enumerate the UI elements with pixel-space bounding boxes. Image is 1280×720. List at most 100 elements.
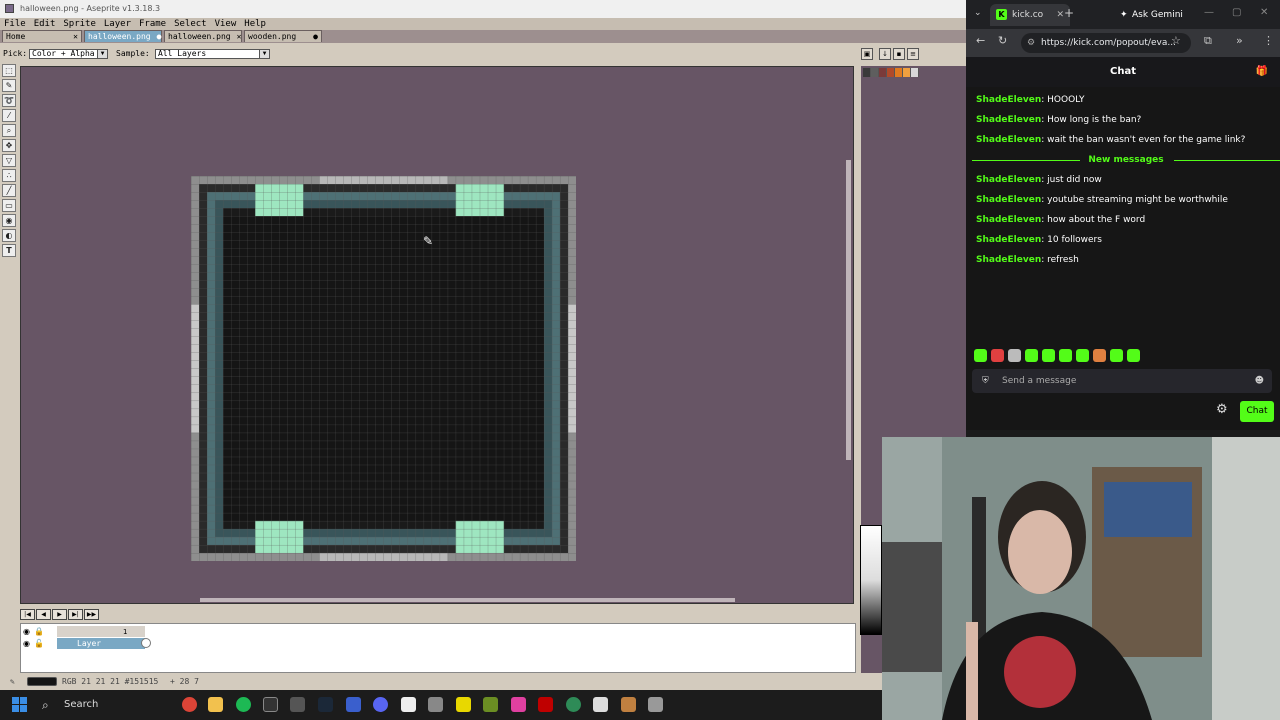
new-messages-divider[interactable]: New messages (972, 153, 1280, 173)
vertical-scrollbar[interactable] (846, 160, 851, 460)
close-icon[interactable]: ✕ (237, 31, 242, 43)
palette-swatch[interactable] (903, 68, 911, 77)
last-frame-icon[interactable]: ▶▶ (84, 609, 99, 620)
menu-edit[interactable]: Edit (34, 18, 56, 30)
chevron-down-icon[interactable]: ▼ (97, 49, 108, 59)
site-info-icon[interactable]: ⚙ (1027, 33, 1035, 53)
palette-swatch[interactable] (879, 68, 887, 77)
layer-name[interactable]: Layer (57, 638, 145, 649)
maximize-icon[interactable]: ▢ (1232, 7, 1241, 18)
url-field[interactable]: ⚙ https://kick.com/popout/eva... (1021, 33, 1191, 53)
color-bar[interactable] (860, 525, 882, 635)
chat-username[interactable]: ShadeEleven (976, 175, 1041, 185)
more-icon[interactable]: » (1236, 34, 1243, 47)
menu-file[interactable]: File (4, 18, 26, 30)
spray-icon[interactable]: ∴ (2, 169, 16, 182)
shield-icon[interactable]: ⛨ (982, 369, 989, 393)
notion-icon[interactable] (401, 697, 416, 712)
menu-help[interactable]: Help (244, 18, 266, 30)
menu-dots-icon[interactable]: ⋮ (1263, 34, 1274, 47)
gift-icon[interactable]: 🎁 (1256, 57, 1268, 87)
eyedropper-icon[interactable]: ⁄ (2, 109, 16, 122)
palette-swatch[interactable] (871, 68, 879, 77)
emote-icon[interactable] (1025, 349, 1038, 362)
bucket-icon[interactable]: ▽ (2, 154, 16, 167)
steam-icon[interactable] (318, 697, 333, 712)
prev-frame-icon[interactable]: ◀ (36, 609, 51, 620)
send-chat-button[interactable]: Chat (1240, 401, 1274, 422)
chat-username[interactable]: ShadeEleven (976, 115, 1041, 125)
menu-layer[interactable]: Layer (104, 18, 131, 30)
blur-icon[interactable]: ◉ (2, 214, 16, 227)
reload-icon[interactable]: ↻ (998, 34, 1007, 47)
palette-sort-icon[interactable]: ↓ (879, 48, 891, 60)
ask-gemini-button[interactable]: ✦ Ask Gemini (1118, 4, 1183, 26)
chevron-down-icon[interactable]: ▼ (259, 49, 270, 59)
zoom-icon[interactable]: ⌕ (2, 124, 16, 137)
palette-swatch[interactable] (895, 68, 903, 77)
rectangle-icon[interactable]: ▭ (2, 199, 16, 212)
palette-swatch[interactable] (911, 68, 919, 77)
close-window-icon[interactable]: ✕ (1260, 7, 1268, 18)
palette-swatch[interactable] (887, 68, 895, 77)
tool-icon[interactable] (290, 697, 305, 712)
chat-username[interactable]: ShadeEleven (976, 95, 1041, 105)
tab-halloween[interactable]: halloween.png ✕ (164, 30, 242, 42)
next-frame-icon[interactable]: ▶| (68, 609, 83, 620)
obs-icon[interactable] (263, 697, 278, 712)
lasso-icon[interactable]: ➰ (2, 94, 16, 107)
emote-icon[interactable] (991, 349, 1004, 362)
emote-icon[interactable] (1076, 349, 1089, 362)
tab-wooden[interactable]: wooden.png ● (244, 30, 322, 42)
menu-view[interactable]: View (215, 18, 237, 30)
new-tab-icon[interactable]: + (1064, 6, 1074, 20)
palette-swatch[interactable] (863, 68, 871, 77)
emote-icon[interactable] (1127, 349, 1140, 362)
gear-icon[interactable]: ⚙ (1216, 402, 1228, 417)
emote-icon[interactable] (974, 349, 987, 362)
chat-username[interactable]: ShadeEleven (976, 135, 1041, 145)
windows-start-icon[interactable] (12, 697, 28, 713)
horizontal-scrollbar[interactable] (200, 598, 735, 602)
play-icon[interactable]: ▶ (52, 609, 67, 620)
app-icon[interactable] (621, 697, 636, 712)
menu-frame[interactable]: Frame (139, 18, 166, 30)
pick-select[interactable]: Color + Alpha (29, 49, 99, 59)
chrome-icon[interactable] (182, 697, 197, 712)
line-icon[interactable]: ╱ (2, 184, 16, 197)
aseprite-taskbar-icon[interactable] (648, 697, 663, 712)
contour-icon[interactable]: ◐ (2, 229, 16, 242)
discord-icon[interactable] (373, 697, 388, 712)
frame-number[interactable]: 1 (123, 628, 127, 636)
marquee-icon[interactable]: ⬚ (2, 64, 16, 77)
modified-dot-icon[interactable]: ● (157, 31, 162, 43)
chat-username[interactable]: ShadeEleven (976, 215, 1041, 225)
emote-icon[interactable] (1008, 349, 1021, 362)
layer-row[interactable]: ◉ 🔓 Layer (21, 638, 151, 649)
mail-icon[interactable] (593, 697, 608, 712)
chat-username[interactable]: ShadeEleven (976, 235, 1041, 245)
pencil-icon[interactable]: ✎ (2, 79, 16, 92)
sample-select[interactable]: All Layers (155, 49, 261, 59)
lock-icon[interactable]: 🔒 (34, 627, 44, 636)
app-icon[interactable] (566, 697, 581, 712)
emote-icon[interactable] (1059, 349, 1072, 362)
minimize-icon[interactable]: — (1204, 7, 1214, 18)
palette-options-icon[interactable]: ▪ (893, 48, 905, 60)
eye-icon[interactable]: ◉ (23, 639, 30, 648)
close-icon[interactable]: ✕ (73, 31, 78, 43)
tab-search-icon[interactable]: ⌄ (974, 8, 982, 18)
notes-icon[interactable] (456, 697, 471, 712)
extensions-icon[interactable]: ⧉ (1204, 34, 1212, 48)
filezilla-icon[interactable] (538, 697, 553, 712)
kick-tab[interactable]: K kick.co ✕ (990, 4, 1070, 26)
bookmark-star-icon[interactable]: ☆ (1171, 34, 1181, 47)
eye-icon[interactable]: ◉ (23, 627, 30, 636)
emoji-icon[interactable]: ☻ (1255, 369, 1264, 393)
modified-dot-icon[interactable]: ● (313, 31, 318, 43)
sprite-canvas[interactable] (191, 176, 576, 561)
video-editor-icon[interactable] (428, 697, 443, 712)
spotify-icon[interactable] (236, 697, 251, 712)
text-tool-icon[interactable]: T (2, 244, 16, 257)
palette-lock-icon[interactable]: ▣ (861, 48, 873, 60)
